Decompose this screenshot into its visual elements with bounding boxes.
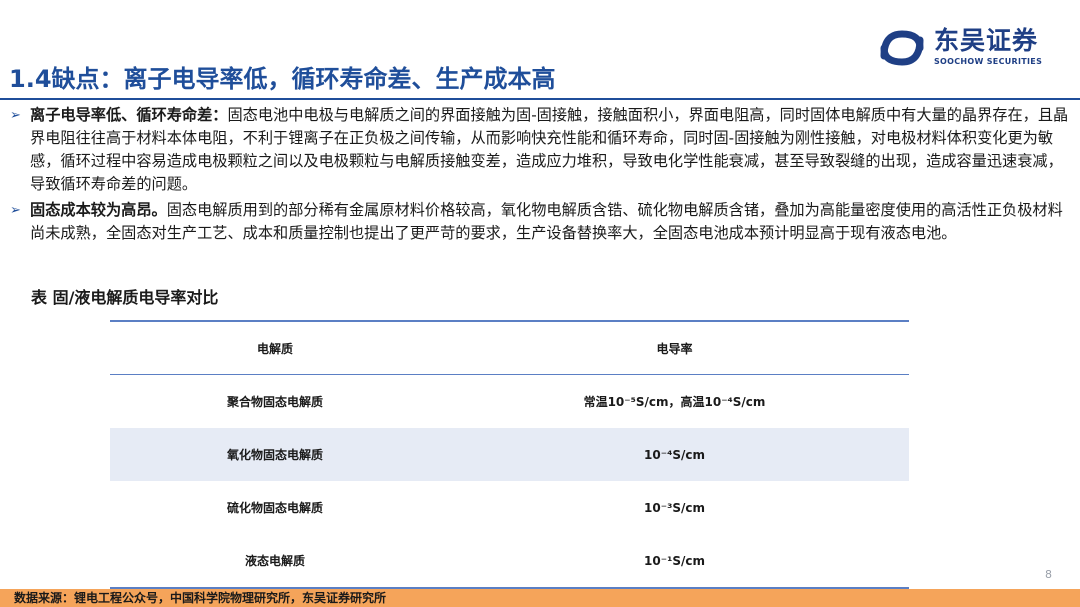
table-header-row: 电解质 电导率: [110, 322, 909, 375]
table-row: 氧化物固态电解质 10⁻⁴S/cm: [110, 428, 909, 481]
bullet-lead: 离子电导率低、循环寿命差：: [30, 106, 228, 124]
arrow-right-icon: ➢: [10, 203, 21, 218]
brand-logo: 东吴证券 SOOCHOW SECURITIES: [880, 26, 1050, 70]
table-header-cell: 电导率: [656, 341, 693, 356]
source-note: 数据来源：锂电工程公众号，中国科学院物理研究所，东吴证券研究所: [14, 591, 387, 605]
table-row: 聚合物固态电解质 常温10⁻⁵S/cm，高温10⁻⁴S/cm: [110, 375, 909, 428]
bullet-list: ➢ 离子电导率低、循环寿命差：固态电池中电极与电解质之间的界面接触为固-固接触，…: [8, 104, 1074, 248]
electrolyte-cell: 聚合物固态电解质: [226, 395, 323, 409]
table-caption: 表 固/液电解质电导率对比: [31, 288, 219, 307]
conductivity-cell: 常温10⁻⁵S/cm，高温10⁻⁴S/cm: [583, 395, 766, 409]
electrolyte-cell: 氧化物固态电解质: [226, 448, 323, 462]
electrolyte-cell: 硫化物固态电解质: [226, 501, 323, 515]
title-divider: [0, 98, 1080, 100]
bullet-item: ➢ 固态成本较为高昂。固态电解质用到的部分稀有金属原材料价格较高，氧化物电解质含…: [8, 199, 1074, 245]
soochow-logo-icon: [880, 30, 924, 66]
brand-name-cn: 东吴证券: [934, 26, 1039, 55]
table-row: 液态电解质 10⁻¹S/cm: [110, 534, 909, 587]
conductivity-cell: 10⁻¹S/cm: [644, 553, 705, 568]
bullet-lead: 固态成本较为高昂。: [30, 201, 167, 219]
table-row: 硫化物固态电解质 10⁻³S/cm: [110, 481, 909, 534]
brand-name-en: SOOCHOW SECURITIES: [934, 57, 1043, 66]
table-header-cell: 电解质: [256, 341, 293, 356]
conductivity-table: 电解质 电导率 聚合物固态电解质 常温10⁻⁵S/cm，高温10⁻⁴S/cm 氧…: [110, 320, 909, 589]
conductivity-cell: 10⁻³S/cm: [644, 500, 705, 515]
bullet-text: 固态电解质用到的部分稀有金属原材料价格较高，氧化物电解质含锆、硫化物电解质含锗，…: [30, 201, 1063, 242]
arrow-right-icon: ➢: [10, 108, 21, 123]
electrolyte-cell: 液态电解质: [244, 554, 305, 568]
bullet-item: ➢ 离子电导率低、循环寿命差：固态电池中电极与电解质之间的界面接触为固-固接触，…: [8, 104, 1074, 196]
page-title: 1.4缺点：离子电导率低，循环寿命差、生产成本高: [9, 65, 556, 93]
conductivity-cell: 10⁻⁴S/cm: [644, 447, 705, 462]
page-number: 8: [1045, 568, 1052, 581]
